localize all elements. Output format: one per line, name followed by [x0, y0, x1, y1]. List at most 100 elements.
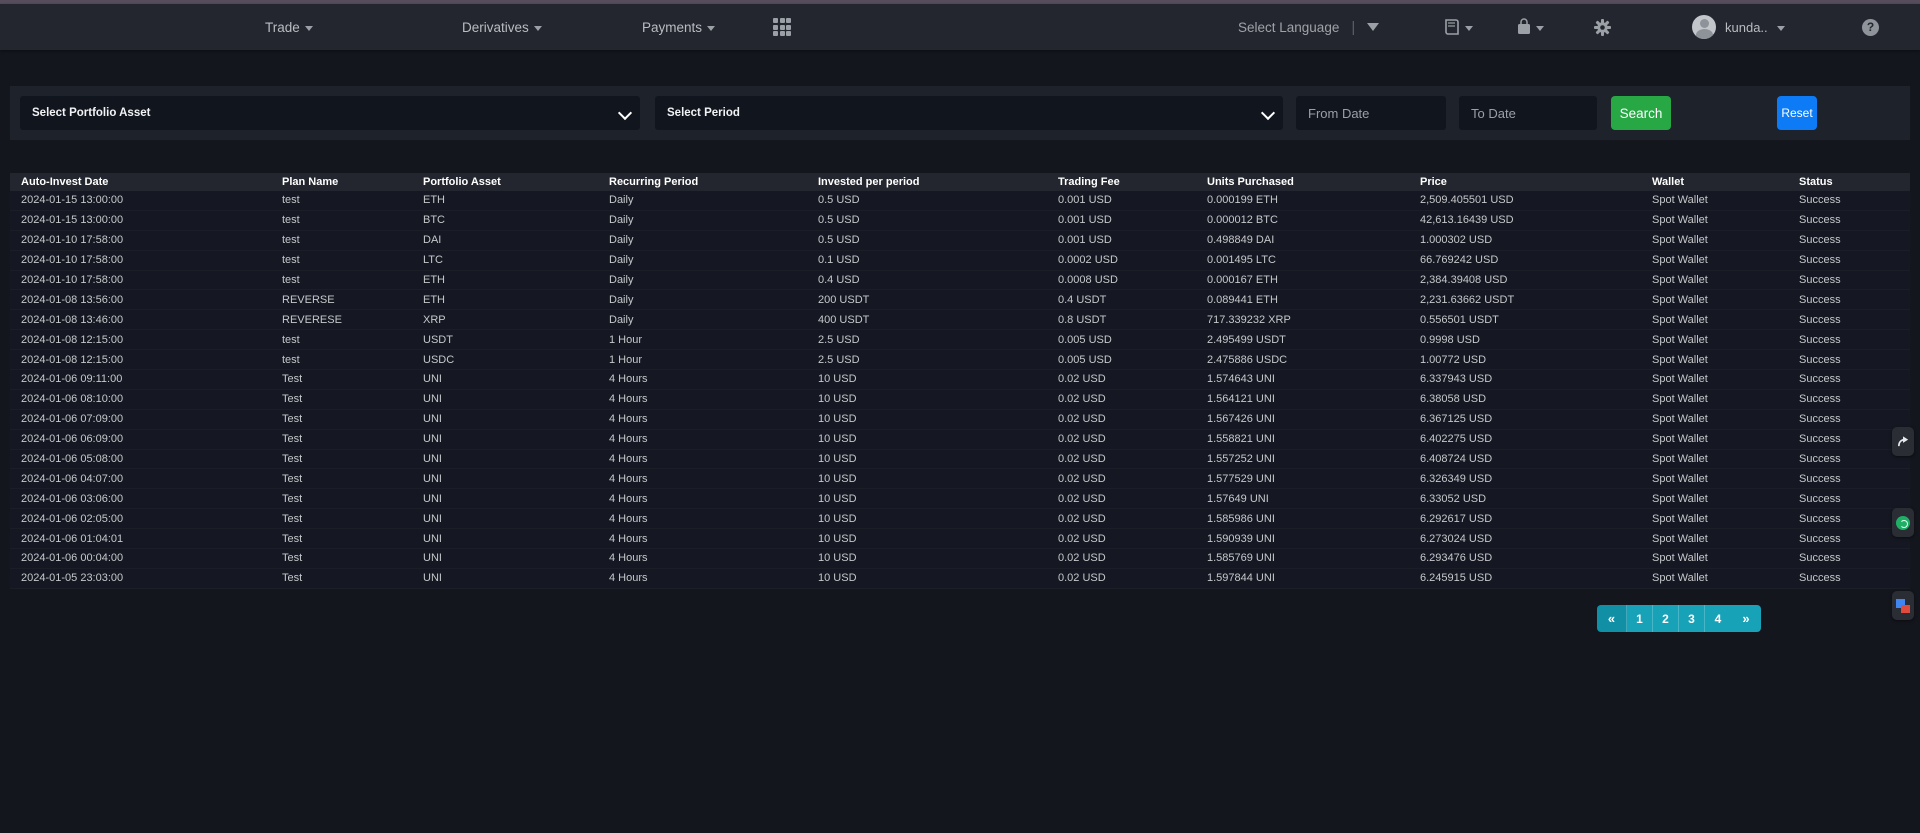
from-date-input[interactable]: From Date: [1296, 96, 1446, 130]
portfolio-asset-select[interactable]: Select Portfolio Asset: [20, 96, 640, 130]
cell-wallet: Spot Wallet: [1652, 314, 1799, 326]
cell-units-purchased: 1.57649 UNI: [1207, 493, 1420, 505]
cell-recurring-period: 4 Hours: [609, 572, 818, 584]
cell-invested-per-period: 10 USD: [818, 552, 1058, 564]
cell-portfolio-asset: DAI: [423, 234, 609, 246]
search-button[interactable]: Search: [1611, 96, 1671, 130]
cell-recurring-period: 1 Hour: [609, 354, 818, 366]
table-row[interactable]: 2024-01-08 13:46:00 REVERESE XRP Daily 4…: [10, 310, 1910, 330]
cell-portfolio-asset: ETH: [423, 274, 609, 286]
column-header: Portfolio Asset: [423, 176, 609, 188]
cell-auto-invest-date: 2024-01-08 13:56:00: [21, 294, 282, 306]
cell-trading-fee: 0.4 USDT: [1058, 294, 1207, 306]
cell-trading-fee: 0.02 USD: [1058, 413, 1207, 425]
nav-item-payments[interactable]: Payments: [642, 4, 715, 50]
pagination-page-button[interactable]: 1: [1627, 605, 1653, 632]
pagination-pages: 1234: [1627, 605, 1731, 632]
table-row[interactable]: 2024-01-06 07:09:00 Test UNI 4 Hours 10 …: [10, 410, 1910, 430]
cell-units-purchased: 1.585986 UNI: [1207, 513, 1420, 525]
period-select[interactable]: Select Period: [655, 96, 1283, 130]
table-row[interactable]: 2024-01-08 12:15:00 test USDT 1 Hour 2.5…: [10, 330, 1910, 350]
settings-button[interactable]: [1594, 4, 1611, 50]
cell-portfolio-asset: UNI: [423, 572, 609, 584]
table-row[interactable]: 2024-01-05 23:03:00 Test UNI 4 Hours 10 …: [10, 569, 1910, 589]
cell-invested-per-period: 0.5 USD: [818, 214, 1058, 226]
table-row[interactable]: 2024-01-06 06:09:00 Test UNI 4 Hours 10 …: [10, 430, 1910, 450]
cell-portfolio-asset: UNI: [423, 453, 609, 465]
pagination-page-button[interactable]: 2: [1653, 605, 1679, 632]
cell-auto-invest-date: 2024-01-10 17:58:00: [21, 254, 282, 266]
cell-plan-name: Test: [282, 473, 423, 485]
table-row[interactable]: 2024-01-06 04:07:00 Test UNI 4 Hours 10 …: [10, 469, 1910, 489]
cell-price: 6.245915 USD: [1420, 572, 1652, 584]
cell-price: 42,613.16439 USD: [1420, 214, 1652, 226]
screenshot-icon: [1896, 599, 1910, 613]
cell-units-purchased: 0.089441 ETH: [1207, 294, 1420, 306]
table-row[interactable]: 2024-01-06 00:04:00 Test UNI 4 Hours 10 …: [10, 549, 1910, 569]
language-label: Select Language: [1238, 20, 1339, 35]
pagination-next-button[interactable]: »: [1731, 605, 1761, 632]
wallet-menu[interactable]: [1516, 4, 1544, 50]
cell-wallet: Spot Wallet: [1652, 533, 1799, 545]
column-header: Trading Fee: [1058, 176, 1207, 188]
cell-recurring-period: 4 Hours: [609, 533, 818, 545]
table-row[interactable]: 2024-01-08 12:15:00 test USDC 1 Hour 2.5…: [10, 350, 1910, 370]
pagination-page-button[interactable]: 3: [1679, 605, 1705, 632]
cell-plan-name: test: [282, 354, 423, 366]
table-row[interactable]: 2024-01-06 03:06:00 Test UNI 4 Hours 10 …: [10, 489, 1910, 509]
table-row[interactable]: 2024-01-10 17:58:00 test ETH Daily 0.4 U…: [10, 271, 1910, 291]
whatsapp-extension-button[interactable]: [1892, 508, 1914, 537]
cell-plan-name: test: [282, 254, 423, 266]
to-date-input[interactable]: To Date: [1459, 96, 1597, 130]
cell-trading-fee: 0.02 USD: [1058, 493, 1207, 505]
pagination-page-button[interactable]: 4: [1705, 605, 1731, 632]
pagination-prev-button[interactable]: «: [1597, 605, 1627, 632]
cell-invested-per-period: 10 USD: [818, 572, 1058, 584]
cell-units-purchased: 2.475886 USDC: [1207, 354, 1420, 366]
table-row[interactable]: 2024-01-08 13:56:00 REVERSE ETH Daily 20…: [10, 290, 1910, 310]
cell-portfolio-asset: UNI: [423, 413, 609, 425]
cell-recurring-period: 4 Hours: [609, 453, 818, 465]
share-extension-button[interactable]: [1892, 427, 1914, 456]
table-row[interactable]: 2024-01-06 05:08:00 Test UNI 4 Hours 10 …: [10, 450, 1910, 470]
cell-wallet: Spot Wallet: [1652, 552, 1799, 564]
table-row[interactable]: 2024-01-10 17:58:00 test LTC Daily 0.1 U…: [10, 251, 1910, 271]
cell-wallet: Spot Wallet: [1652, 413, 1799, 425]
table-row[interactable]: 2024-01-10 17:58:00 test DAI Daily 0.5 U…: [10, 231, 1910, 251]
user-menu[interactable]: kunda..: [1692, 4, 1785, 50]
cell-recurring-period: Daily: [609, 294, 818, 306]
table-row[interactable]: 2024-01-06 01:04:01 Test UNI 4 Hours 10 …: [10, 529, 1910, 549]
cell-price: 1.00772 USD: [1420, 354, 1652, 366]
table-row[interactable]: 2024-01-15 13:00:00 test ETH Daily 0.5 U…: [10, 191, 1910, 211]
table-row[interactable]: 2024-01-06 08:10:00 Test UNI 4 Hours 10 …: [10, 390, 1910, 410]
cell-recurring-period: 4 Hours: [609, 393, 818, 405]
table-row[interactable]: 2024-01-06 09:11:00 Test UNI 4 Hours 10 …: [10, 370, 1910, 390]
nav-item-derivatives[interactable]: Derivatives: [462, 4, 542, 50]
nav-item-trade[interactable]: Trade: [265, 4, 313, 50]
cell-trading-fee: 0.005 USD: [1058, 334, 1207, 346]
cell-price: 0.9998 USD: [1420, 334, 1652, 346]
cell-price: 6.402275 USD: [1420, 433, 1652, 445]
help-button[interactable]: ?: [1862, 4, 1879, 50]
cell-invested-per-period: 2.5 USD: [818, 334, 1058, 346]
cell-invested-per-period: 0.1 USD: [818, 254, 1058, 266]
table-row[interactable]: 2024-01-15 13:00:00 test BTC Daily 0.5 U…: [10, 211, 1910, 231]
reset-button[interactable]: Reset: [1777, 96, 1817, 130]
cell-portfolio-asset: UNI: [423, 552, 609, 564]
table-row[interactable]: 2024-01-06 02:05:00 Test UNI 4 Hours 10 …: [10, 509, 1910, 529]
cell-wallet: Spot Wallet: [1652, 473, 1799, 485]
cell-plan-name: Test: [282, 453, 423, 465]
screenshot-extension-button[interactable]: [1892, 591, 1914, 620]
table-body: 2024-01-15 13:00:00 test ETH Daily 0.5 U…: [10, 191, 1910, 589]
cell-invested-per-period: 10 USD: [818, 393, 1058, 405]
cell-plan-name: Test: [282, 513, 423, 525]
cell-price: 6.38058 USD: [1420, 393, 1652, 405]
book-icon: [1443, 19, 1461, 35]
cell-auto-invest-date: 2024-01-10 17:58:00: [21, 234, 282, 246]
cell-status: Success: [1799, 334, 1910, 346]
language-dropdown-icon: [1367, 23, 1379, 31]
cell-portfolio-asset: ETH: [423, 194, 609, 206]
apps-grid-icon[interactable]: [773, 18, 791, 36]
orders-book-menu[interactable]: [1443, 4, 1473, 50]
language-selector[interactable]: Select Language |: [1238, 4, 1379, 50]
